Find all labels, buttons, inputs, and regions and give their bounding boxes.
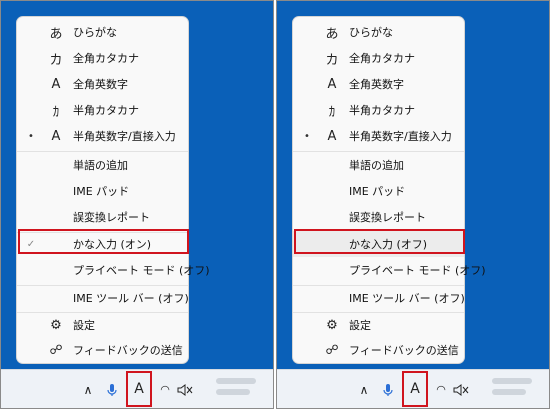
menu-item-label: 全角英数字	[73, 78, 128, 91]
menu-item-label: プライベート モード (オフ)	[349, 264, 486, 277]
speaker-glyph	[453, 383, 469, 396]
zenkaku-alpha-icon: A	[327, 76, 337, 92]
menu-item-misconversion-report[interactable]: 誤変換レポート	[293, 204, 464, 230]
menu-item-label: 全角英数字	[349, 78, 404, 91]
menu-item-label: IME ツール バー (オフ)	[73, 292, 189, 305]
network-icon[interactable]: ◠	[157, 370, 173, 408]
blurred-time	[216, 378, 256, 384]
menu-item-zenkaku-katakana[interactable]: カ 全角カタカナ	[293, 45, 464, 71]
menu-item-hankaku-katakana[interactable]: ｶ 半角カタカナ	[17, 97, 188, 123]
menu-item-label: ひらがな	[73, 26, 117, 39]
menu-item-label: ひらがな	[349, 26, 393, 39]
red-highlight-box	[294, 229, 465, 254]
menu-item-ime-toolbar[interactable]: IME ツール バー (オフ)	[17, 285, 189, 311]
zenkaku-alpha-icon: A	[51, 76, 61, 92]
speaker-glyph	[177, 383, 193, 396]
menu-item-label: 半角カタカナ	[349, 104, 415, 117]
menu-item-ime-pad[interactable]: IME パッド	[17, 178, 188, 204]
clock-blurred	[492, 378, 532, 400]
right-screenshot-panel: あ ひらがな カ 全角カタカナ A 全角英数字 ｶ 半角カタカナ • A 半角英…	[276, 0, 550, 409]
menu-item-label: フィードバックの送信	[73, 344, 183, 357]
gear-icon: ⚙	[50, 317, 62, 333]
menu-item-hiragana[interactable]: あ ひらがな	[293, 19, 464, 45]
menu-item-label: フィードバックの送信	[349, 344, 459, 357]
selected-dot-icon: •	[304, 130, 310, 142]
microphone-icon[interactable]	[381, 370, 395, 408]
red-highlight-box	[18, 229, 189, 254]
menu-item-hankaku-eisu[interactable]: • A 半角英数字/直接入力	[17, 123, 188, 149]
menu-item-misconversion-report[interactable]: 誤変換レポート	[17, 204, 188, 230]
menu-item-private-mode[interactable]: プライベート モード (オフ)	[17, 257, 210, 283]
hiragana-icon: あ	[325, 26, 339, 42]
menu-item-label: 半角英数字/直接入力	[73, 130, 176, 143]
taskbar: ∧ A ◠	[277, 369, 549, 408]
menu-item-label: IME ツール バー (オフ)	[349, 292, 465, 305]
katakana-icon: カ	[325, 52, 339, 68]
menu-item-hankaku-eisu[interactable]: • A 半角英数字/直接入力	[293, 123, 464, 149]
chevron-up-icon[interactable]: ∧	[79, 370, 97, 408]
menu-item-label: 単語の追加	[349, 159, 404, 172]
ime-mode-indicator[interactable]: A	[402, 371, 428, 407]
menu-item-label: 半角カタカナ	[73, 104, 139, 117]
clock-blurred	[216, 378, 256, 400]
menu-item-feedback[interactable]: ☍ フィードバックの送信	[293, 337, 464, 363]
menu-item-ime-toolbar[interactable]: IME ツール バー (オフ)	[293, 285, 465, 311]
chevron-up-icon[interactable]: ∧	[355, 370, 373, 408]
menu-item-ime-pad[interactable]: IME パッド	[293, 178, 464, 204]
menu-item-hankaku-katakana[interactable]: ｶ 半角カタカナ	[293, 97, 464, 123]
taskbar: ∧ A ◠	[1, 369, 273, 408]
menu-item-label: IME パッド	[73, 185, 130, 198]
menu-item-label: 半角英数字/直接入力	[349, 130, 452, 143]
hiragana-icon: あ	[49, 26, 63, 42]
selected-dot-icon: •	[28, 130, 34, 142]
ime-context-menu: あ ひらがな カ 全角カタカナ A 全角英数字 ｶ 半角カタカナ • A 半角英…	[292, 16, 486, 364]
menu-item-hiragana[interactable]: あ ひらがな	[17, 19, 188, 45]
menu-item-label: 設定	[349, 319, 371, 332]
volume-muted-icon[interactable]	[452, 370, 470, 408]
katakana-icon: カ	[49, 52, 63, 68]
hankaku-katakana-icon: ｶ	[52, 104, 60, 120]
menu-item-private-mode[interactable]: プライベート モード (オフ)	[293, 257, 486, 283]
blurred-date	[492, 389, 526, 395]
blurred-time	[492, 378, 532, 384]
menu-item-feedback[interactable]: ☍ フィードバックの送信	[17, 337, 188, 363]
menu-item-label: IME パッド	[349, 185, 406, 198]
ime-mode-indicator[interactable]: A	[126, 371, 152, 407]
menu-item-label: 単語の追加	[73, 159, 128, 172]
gear-icon: ⚙	[326, 317, 338, 333]
microphone-icon[interactable]	[105, 370, 119, 408]
menu-item-add-word[interactable]: 単語の追加	[17, 152, 188, 178]
volume-muted-icon[interactable]	[176, 370, 194, 408]
menu-item-label: プライベート モード (オフ)	[73, 264, 210, 277]
menu-item-zenkaku-eisu[interactable]: A 全角英数字	[293, 71, 464, 97]
hankaku-alpha-icon: A	[51, 128, 61, 144]
menu-item-label: 誤変換レポート	[73, 211, 150, 224]
feedback-icon: ☍	[325, 342, 339, 358]
menu-item-zenkaku-katakana[interactable]: カ 全角カタカナ	[17, 45, 188, 71]
menu-item-add-word[interactable]: 単語の追加	[293, 152, 464, 178]
menu-item-label: 設定	[73, 319, 95, 332]
menu-item-label: 全角カタカナ	[349, 52, 415, 65]
ime-context-menu: あ ひらがな カ 全角カタカナ A 全角英数字 ｶ 半角カタカナ • A 半角英…	[16, 16, 210, 364]
microphone-glyph	[383, 383, 393, 396]
network-icon[interactable]: ◠	[433, 370, 449, 408]
hankaku-alpha-icon: A	[327, 128, 337, 144]
menu-item-settings[interactable]: ⚙ 設定	[293, 312, 464, 338]
menu-item-label: 誤変換レポート	[349, 211, 426, 224]
menu-item-zenkaku-eisu[interactable]: A 全角英数字	[17, 71, 188, 97]
blurred-date	[216, 389, 250, 395]
left-screenshot-panel: あ ひらがな カ 全角カタカナ A 全角英数字 ｶ 半角カタカナ • A 半角英…	[0, 0, 274, 409]
microphone-glyph	[107, 383, 117, 396]
feedback-icon: ☍	[49, 342, 63, 358]
menu-item-label: 全角カタカナ	[73, 52, 139, 65]
menu-item-settings[interactable]: ⚙ 設定	[17, 312, 188, 338]
hankaku-katakana-icon: ｶ	[328, 104, 336, 120]
